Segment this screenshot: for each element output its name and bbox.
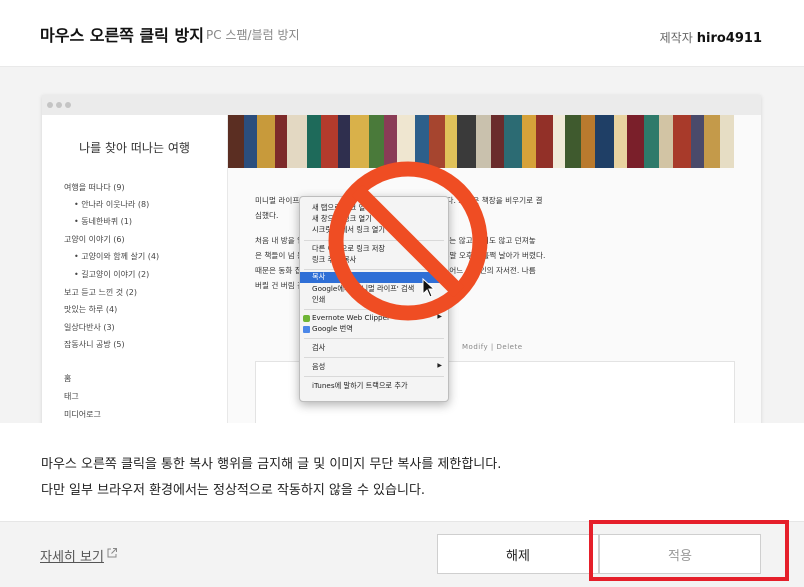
category-item: 여행을 떠나다 (9)	[64, 183, 125, 192]
apply-button[interactable]: 적용	[599, 534, 761, 574]
cursor-icon	[422, 278, 436, 298]
preview-browser-window: 나를 찾아 떠나는 여행 여행을 떠나다 (9) • 안나라 이웃나라 (8) …	[42, 95, 761, 423]
modify-delete-links: Modify | Delete	[462, 343, 523, 351]
nav-item: 태그	[64, 392, 79, 401]
description-line-2: 다만 일부 브라우저 환경에서는 정상적으로 작동하지 않을 수 있습니다.	[41, 483, 426, 498]
window-dot	[65, 102, 71, 108]
menu-separator	[304, 376, 444, 377]
evernote-icon	[303, 315, 310, 322]
external-link-icon	[107, 548, 117, 558]
category-item: • 고양이와 함께 살기 (4)	[74, 252, 160, 261]
category-item: 잡동사니 공방 (5)	[64, 340, 125, 349]
author-name: hiro4911	[696, 31, 762, 46]
menu-separator	[304, 357, 444, 358]
page-title: 마우스 오른쪽 클릭 방지	[40, 26, 204, 45]
browser-titlebar	[42, 95, 761, 115]
category-item: 보고 듣고 느낀 것 (2)	[64, 288, 138, 297]
author-info: 제작자 hiro4911	[660, 29, 762, 46]
category-item: 맛있는 하루 (4)	[64, 305, 118, 314]
window-dot	[47, 102, 53, 108]
category-item: 일상다반사 (3)	[64, 323, 115, 332]
footer: 자세히 보기 해제 적용	[0, 521, 804, 587]
author-label: 제작자	[659, 31, 693, 45]
blog-title: 나를 찾아 떠나는 여행	[79, 141, 190, 155]
context-menu-item: iTunes에 말하기 트랙으로 추가	[312, 381, 408, 390]
category-item: • 동네한바퀴 (1)	[74, 217, 132, 226]
blog-sidebar: 나를 찾아 떠나는 여행 여행을 떠나다 (9) • 안나라 이웃나라 (8) …	[42, 115, 228, 423]
preview-area: 나를 찾아 떠나는 여행 여행을 떠나다 (9) • 안나라 이웃나라 (8) …	[0, 67, 804, 423]
window-dot	[56, 102, 62, 108]
release-button[interactable]: 해제	[437, 534, 599, 574]
submenu-arrow-icon: ▶	[437, 362, 442, 369]
prohibit-icon	[328, 161, 488, 321]
menu-separator	[304, 338, 444, 339]
google-translate-icon	[303, 326, 310, 333]
description-line-1: 마우스 오른쪽 클릭을 통한 복사 행위를 금지해 글 및 이미지 무단 복사를…	[41, 457, 502, 472]
header: 마우스 오른쪽 클릭 방지 PC 스팸/블럼 방지 제작자 hiro4911	[0, 0, 804, 67]
nav-item: 미디어로그	[64, 410, 101, 419]
nav-item: 홈	[64, 374, 72, 383]
context-menu-item: Google 번역	[300, 324, 448, 335]
category-item: • 안나라 이웃나라 (8)	[74, 200, 150, 209]
category-item: 고양이 이야기 (6)	[64, 235, 125, 244]
category-item: • 길고양이 이야기 (2)	[74, 270, 150, 279]
context-menu-item: 음성 ▶	[312, 362, 442, 371]
detail-link[interactable]: 자세히 보기	[40, 546, 104, 565]
context-menu-item: 검사	[312, 343, 326, 352]
page-subtitle: PC 스팸/블럼 방지	[206, 28, 300, 42]
